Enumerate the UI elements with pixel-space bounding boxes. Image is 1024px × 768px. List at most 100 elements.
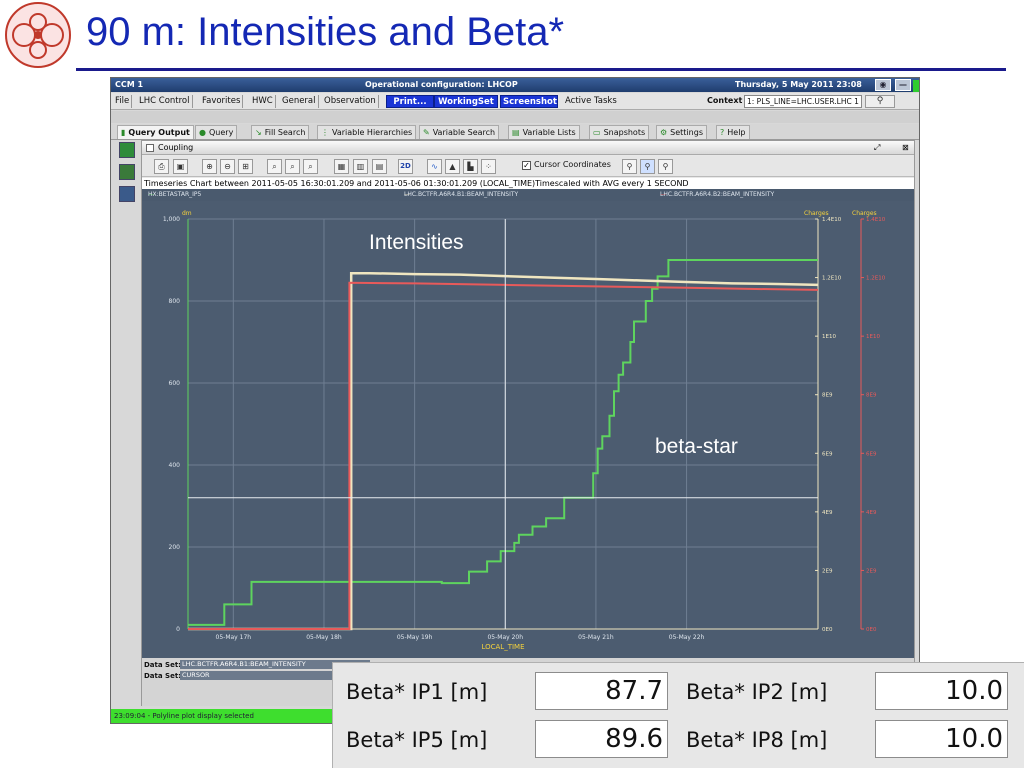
y-tick-label: 600	[169, 380, 181, 387]
right-axis-title-2: Charges	[852, 210, 877, 217]
zoom-undo-icon[interactable]: ⚲	[658, 159, 673, 174]
right-tick-label-2: 4E9	[866, 510, 877, 516]
tab-bar: ▮ Query Output ● Query ↘ Fill Search ⋮ Varia…	[111, 124, 919, 140]
menu-active-tasks[interactable]: Active Tasks	[563, 95, 619, 108]
y-tick-label: 400	[169, 462, 181, 469]
fill-icon: ↘	[255, 128, 262, 137]
png-icon[interactable]: ▣	[173, 159, 188, 174]
grid-icon[interactable]	[119, 186, 135, 202]
menu-observation[interactable]: Observation	[322, 95, 379, 108]
chart-icon: ▮	[121, 128, 126, 137]
zoom-select-icon[interactable]: ⚲	[640, 159, 655, 174]
tab-variable-search[interactable]: ✎ Variable Search	[419, 125, 500, 139]
zoom-fit-icon[interactable]: ⊞	[238, 159, 253, 174]
table-icon[interactable]: ▦	[334, 159, 349, 174]
right-tick-label-2: 0E0	[866, 627, 877, 633]
scatter-plot-icon[interactable]: ⁘	[481, 159, 496, 174]
zoom-reset-icon[interactable]: ⌕	[303, 159, 318, 174]
window-titlebar: CCM 1 Operational configuration: LHCOP T…	[111, 78, 919, 92]
right-tick-label-2: 6E9	[866, 451, 877, 457]
menubar: File LHC Control Favorites HWC General O…	[111, 93, 919, 110]
dataset-label-2: Data Set:	[144, 672, 181, 680]
search-icon: ✎	[423, 128, 430, 137]
tab-settings[interactable]: ⚙ Settings	[656, 125, 707, 139]
tab-query-output[interactable]: ▮ Query Output	[117, 125, 194, 139]
chart-header: Timeseries Chart between 2011-05-05 16:3…	[142, 178, 914, 189]
plot-background	[142, 201, 914, 659]
x-tick-label: 05-May 17h	[216, 634, 252, 641]
bar-plot-icon[interactable]: ▙	[463, 159, 478, 174]
right-tick-label-1: 1.2E10	[822, 276, 842, 282]
menu-file[interactable]: File	[113, 95, 133, 108]
x-tick-label: 05-May 18h	[306, 634, 342, 641]
tab-variable-hierarchies[interactable]: ⋮ Variable Hierarchies	[317, 125, 417, 139]
tree-icon: ⋮	[321, 128, 329, 137]
panel-maximize-icon[interactable]: ⤢	[874, 141, 880, 155]
x-tick-label: 05-May 20h	[487, 634, 523, 641]
columns-icon[interactable]: ▥	[353, 159, 368, 174]
beta-ip5-value: 89.6	[535, 720, 668, 758]
beta-star-table: Beta* IP1 [m] 87.7 Beta* IP2 [m] 10.0 Be…	[332, 662, 1024, 768]
intensities-annotation: Intensities	[369, 231, 464, 254]
context-label: Context	[707, 96, 743, 105]
screenshot-button[interactable]: Screenshot	[500, 95, 558, 108]
zoom-out-icon[interactable]: ⊖	[220, 159, 235, 174]
beta-ip5-label: Beta* IP5 [m]	[346, 728, 488, 752]
beta-ip1-value: 87.7	[535, 672, 668, 710]
slide: { "slide": { "title": "90 m: Intensities…	[0, 0, 1024, 768]
print-button[interactable]: Print...	[386, 95, 434, 108]
window-minimize-button[interactable]: —	[895, 79, 911, 91]
right-tick-label-2: 1.2E10	[866, 276, 886, 282]
chart-toolbar: ⎙ ▣ ⊕ ⊖ ⊞ ⌕ ⌕ ⌕ ▦ ▥ ▤ 2D ∿ ▲ ▙ ⁘ ✓ Curso…	[142, 156, 914, 177]
zoom-y-icon[interactable]: ⌕	[285, 159, 300, 174]
print-icon[interactable]: ⎙	[154, 159, 169, 174]
right-tick-label-2: 1.4E10	[866, 217, 886, 223]
beta-star-annotation: beta-star	[655, 435, 738, 458]
x-tick-label: 05-May 21h	[578, 634, 614, 641]
split-icon[interactable]: ▤	[372, 159, 387, 174]
status-bar: 23:09:04 - Polyline plot display selecte…	[111, 709, 337, 723]
panel-checkbox-icon[interactable]	[146, 144, 154, 152]
beta-ip1-label: Beta* IP1 [m]	[346, 680, 488, 704]
tab-snapshots[interactable]: ▭ Snapshots	[589, 125, 650, 139]
context-search-button[interactable]: ⚲	[865, 95, 895, 108]
zoom-in-icon[interactable]: ⊕	[202, 159, 217, 174]
title-divider	[76, 68, 1006, 71]
panel-close-icon[interactable]: ⊠	[902, 141, 909, 155]
2d-icon[interactable]: 2D	[398, 159, 413, 174]
zoom-tool-icon[interactable]: ⚲	[622, 159, 637, 174]
context-field[interactable]: 1: PLS_LINE=LHC.USER.LHC 1	[744, 95, 862, 108]
timeseries-chart[interactable]: 05-May 17h 05-May 18h 05-May 19h 05-May 20h…	[142, 201, 914, 659]
workingset-button[interactable]: WorkingSet	[434, 95, 498, 108]
dataset-label-1: Data Set:	[144, 661, 181, 669]
green-square-icon[interactable]	[119, 142, 135, 158]
play-icon: ●	[199, 128, 206, 137]
line-plot-icon[interactable]: ∿	[427, 159, 442, 174]
cursor-coordinates-checkbox[interactable]: ✓	[522, 161, 531, 170]
zoom-x-icon[interactable]: ⌕	[267, 159, 282, 174]
menu-hwc[interactable]: HWC	[250, 95, 276, 108]
right-axis-title-1: Charges	[804, 210, 829, 217]
beta-ip8-value: 10.0	[875, 720, 1008, 758]
panel-title: Coupling	[158, 143, 194, 152]
tab-fill-search[interactable]: ↘ Fill Search	[251, 125, 310, 139]
chart-legend: — HX:BETASTAR_IP5 — LHC.BCTFR.A6R4.B1:BE…	[142, 189, 914, 201]
tab-help[interactable]: ? Help	[716, 125, 750, 139]
tab-query[interactable]: ● Query	[195, 125, 238, 139]
export-icon[interactable]	[119, 164, 135, 180]
window-status-indicator	[913, 80, 919, 92]
slide-title: 90 m: Intensities and Beta*	[86, 10, 565, 54]
list-icon: ▤	[512, 128, 520, 137]
right-tick-label-1: 6E9	[822, 451, 833, 457]
secondary-toolbar	[111, 111, 919, 123]
menu-lhc-control[interactable]: LHC Control	[137, 95, 193, 108]
tab-variable-lists[interactable]: ▤ Variable Lists	[508, 125, 580, 139]
y-tick-label: 200	[169, 544, 181, 551]
window-icon-button[interactable]: ◉	[875, 79, 891, 91]
menu-favorites[interactable]: Favorites	[200, 95, 244, 108]
coupling-panel: Coupling ⤢ ⊠ ⎙ ▣ ⊕ ⊖ ⊞ ⌕ ⌕ ⌕ ▦ ▥ ▤ 2D ∿ …	[141, 140, 915, 706]
right-tick-label-2: 1E10	[866, 334, 880, 340]
area-plot-icon[interactable]: ▲	[445, 159, 460, 174]
y-tick-label: 1,000	[163, 216, 180, 223]
menu-general[interactable]: General	[280, 95, 319, 108]
